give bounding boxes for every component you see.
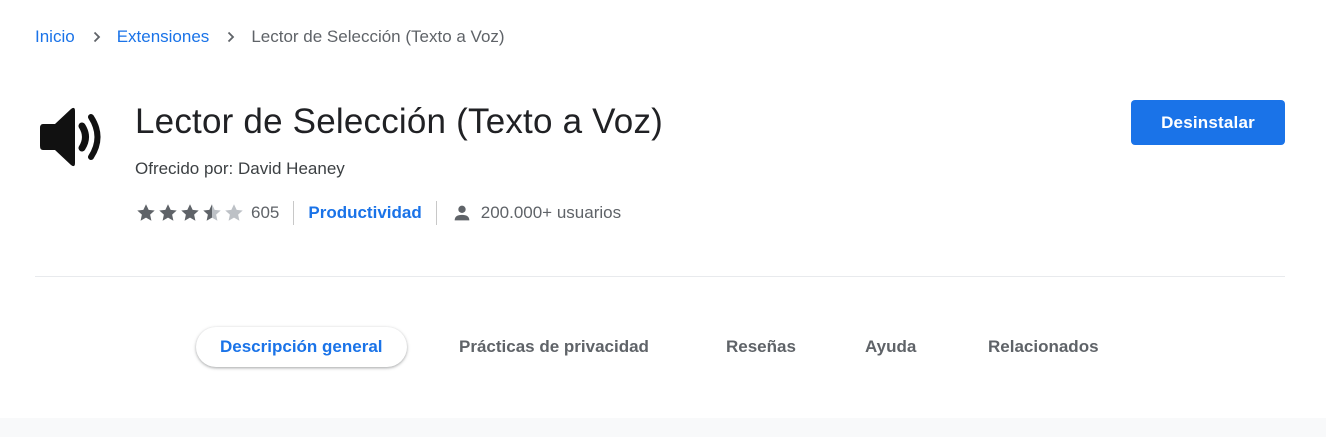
breadcrumb: Inicio Extensiones Lector de Selección (… bbox=[35, 26, 505, 48]
rating-stars[interactable] bbox=[135, 202, 245, 224]
section-divider bbox=[35, 276, 1285, 277]
content-background bbox=[0, 418, 1326, 437]
star-icon bbox=[157, 202, 179, 224]
star-icon bbox=[223, 202, 245, 224]
star-icon bbox=[179, 202, 201, 224]
uninstall-button[interactable]: Desinstalar bbox=[1131, 100, 1285, 145]
extension-meta: 605 Productividad 200.000+ usuarios bbox=[135, 200, 621, 226]
tab-overview[interactable]: Descripción general bbox=[196, 327, 407, 367]
speaker-volume-icon bbox=[37, 104, 107, 170]
tab-reviews[interactable]: Reseñas bbox=[726, 327, 796, 367]
user-count: 200.000+ usuarios bbox=[480, 203, 622, 222]
tab-help[interactable]: Ayuda bbox=[865, 327, 916, 367]
tab-related[interactable]: Relacionados bbox=[988, 327, 1099, 367]
chevron-right-icon bbox=[225, 31, 237, 43]
breadcrumb-current: Lector de Selección (Texto a Voz) bbox=[251, 27, 505, 46]
breadcrumb-home-link[interactable]: Inicio bbox=[35, 26, 75, 48]
divider bbox=[435, 201, 437, 225]
person-icon bbox=[451, 202, 473, 224]
tab-privacy-practices[interactable]: Prácticas de privacidad bbox=[459, 327, 649, 367]
divider bbox=[293, 201, 295, 225]
breadcrumb-extensions-link[interactable]: Extensiones bbox=[117, 26, 210, 48]
chevron-right-icon bbox=[91, 31, 103, 43]
rating-count[interactable]: 605 bbox=[251, 203, 279, 223]
category-link[interactable]: Productividad bbox=[308, 203, 421, 223]
star-icon bbox=[135, 202, 157, 224]
star-icon bbox=[201, 202, 223, 224]
offered-by: Ofrecido por: David Heaney bbox=[135, 159, 345, 178]
extension-title: Lector de Selección (Texto a Voz) bbox=[135, 102, 663, 141]
